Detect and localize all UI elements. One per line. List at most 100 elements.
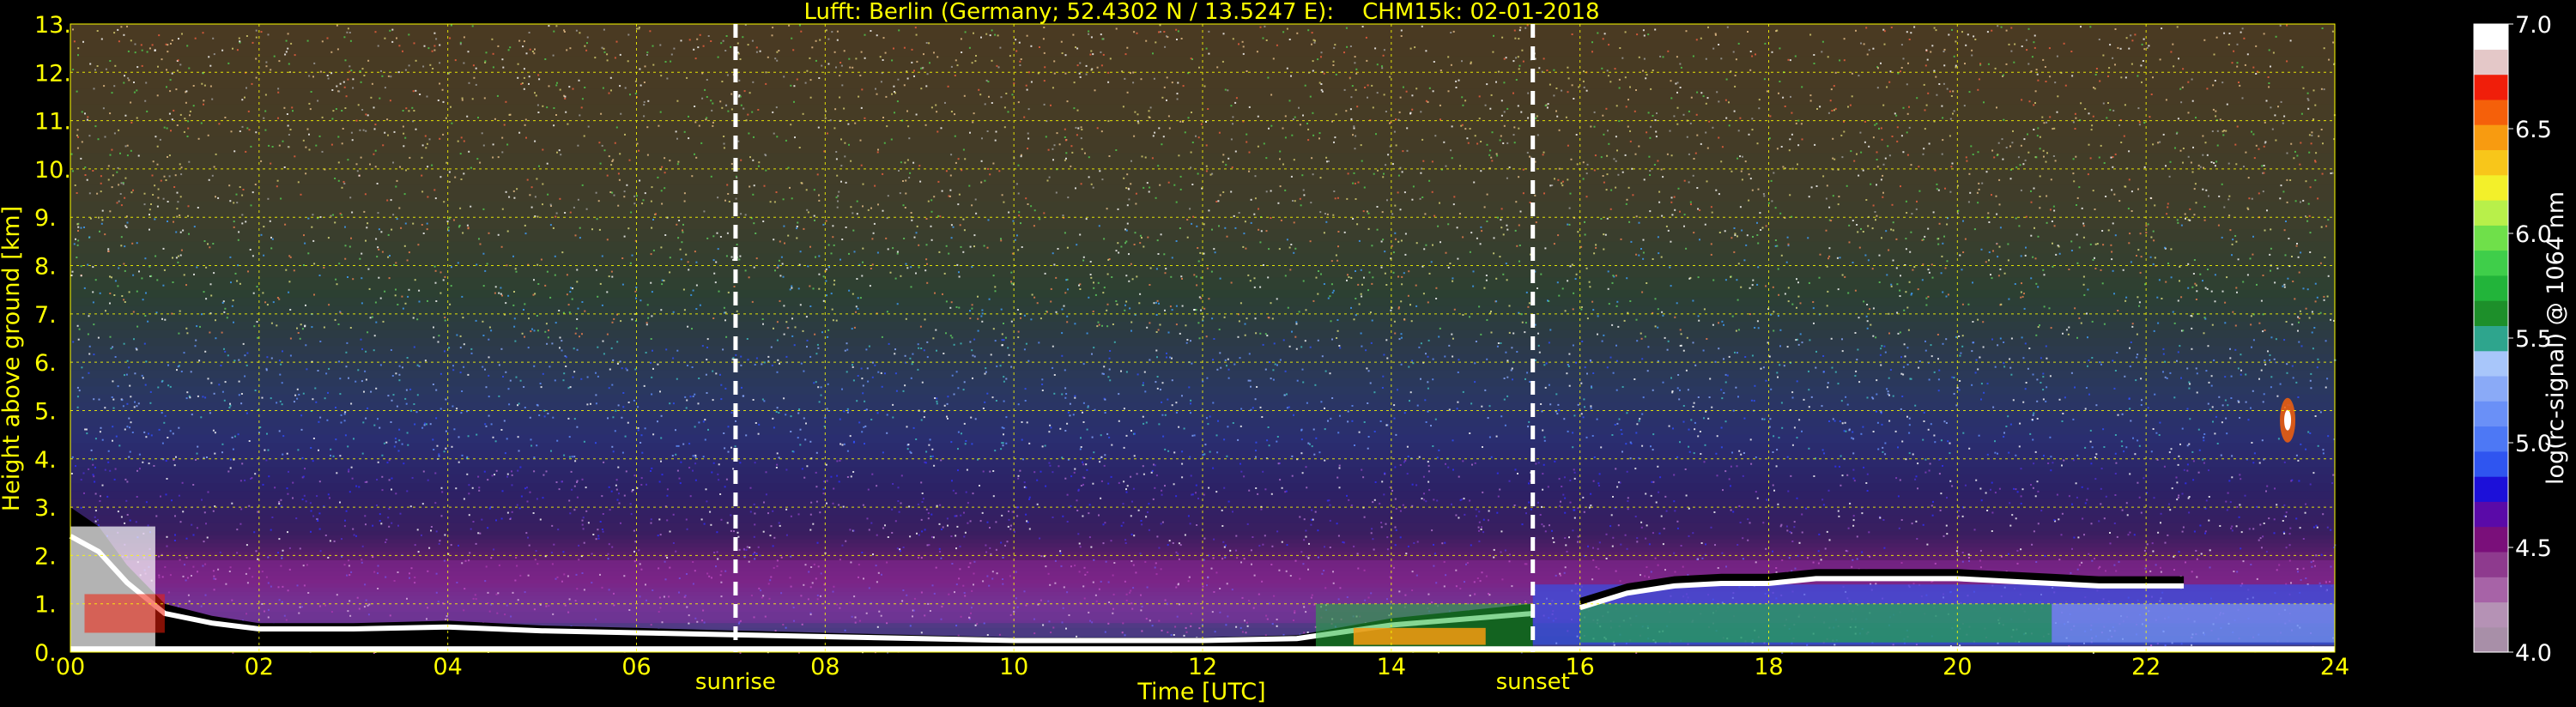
noise-dot xyxy=(1716,91,1718,94)
noise-dot xyxy=(1617,325,1620,328)
noise-dot xyxy=(297,449,300,451)
noise-dot xyxy=(124,75,125,77)
noise-dot xyxy=(757,109,760,111)
noise-dot xyxy=(585,208,588,210)
noise-dot xyxy=(310,530,312,533)
noise-dot xyxy=(1567,66,1569,69)
noise-dot xyxy=(1199,251,1202,254)
noise-dot xyxy=(1748,173,1750,176)
noise-dot xyxy=(229,458,232,461)
noise-dot xyxy=(1628,221,1631,223)
noise-dot xyxy=(1991,511,1994,514)
noise-dot xyxy=(1096,127,1099,130)
noise-dot xyxy=(278,501,281,503)
noise-dot xyxy=(209,283,212,286)
noise-dot xyxy=(1584,366,1586,369)
noise-dot xyxy=(1171,357,1173,360)
noise-dot xyxy=(1088,504,1091,506)
noise-dot xyxy=(672,402,675,405)
noise-dot xyxy=(1227,426,1229,428)
noise-dot xyxy=(349,245,351,248)
noise-dot xyxy=(1592,372,1595,374)
noise-dot xyxy=(1832,418,1834,420)
noise-dot xyxy=(785,508,788,511)
noise-dot xyxy=(1744,160,1747,163)
noise-dot xyxy=(1015,50,1018,52)
noise-dot xyxy=(76,257,78,258)
noise-dot xyxy=(1234,227,1237,229)
noise-dot xyxy=(539,518,542,521)
noise-dot xyxy=(1815,366,1817,369)
noise-dot xyxy=(1605,558,1608,559)
noise-dot xyxy=(341,538,342,541)
noise-dot xyxy=(1420,342,1422,345)
noise-dot xyxy=(1728,101,1730,104)
noise-dot xyxy=(1676,91,1678,94)
noise-dot xyxy=(1284,370,1287,372)
noise-dot xyxy=(651,227,653,229)
noise-dot xyxy=(1385,339,1388,341)
noise-dot xyxy=(1723,392,1725,394)
noise-dot xyxy=(576,348,579,351)
noise-dot xyxy=(807,265,809,268)
noise-dot xyxy=(1155,301,1157,304)
noise-dot xyxy=(1722,489,1724,492)
noise-dot xyxy=(1964,63,1966,65)
noise-dot xyxy=(1633,110,1636,112)
noise-dot xyxy=(559,197,561,200)
noise-dot xyxy=(1734,85,1737,88)
noise-dot xyxy=(1967,201,1970,203)
noise-dot xyxy=(1222,33,1225,35)
noise-dot xyxy=(687,261,689,263)
noise-dot xyxy=(1528,420,1530,423)
noise-dot xyxy=(2124,299,2127,302)
noise-dot xyxy=(891,508,894,511)
noise-dot xyxy=(1091,436,1094,438)
noise-dot xyxy=(239,282,241,285)
noise-dot xyxy=(2256,283,2258,286)
noise-dot xyxy=(1808,406,1810,408)
noise-dot xyxy=(922,66,924,69)
noise-dot xyxy=(1937,334,1939,335)
noise-dot xyxy=(185,556,188,559)
noise-dot xyxy=(1400,363,1403,366)
noise-dot xyxy=(2231,62,2234,64)
noise-dot xyxy=(2051,221,2053,222)
noise-dot xyxy=(1569,479,1572,481)
noise-dot xyxy=(2199,273,2202,275)
noise-dot xyxy=(592,534,595,535)
noise-dot xyxy=(1888,81,1891,83)
noise-dot xyxy=(1990,274,1991,276)
noise-dot xyxy=(2214,432,2216,435)
noise-dot xyxy=(845,540,847,542)
noise-dot xyxy=(2297,329,2299,332)
noise-dot xyxy=(825,220,827,222)
noise-dot xyxy=(1527,117,1530,119)
noise-dot xyxy=(841,444,844,446)
noise-dot xyxy=(1411,94,1414,97)
noise-dot xyxy=(1476,142,1479,145)
noise-dot xyxy=(1776,148,1779,150)
noise-dot xyxy=(1389,76,1391,78)
noise-dot xyxy=(710,40,712,42)
noise-dot xyxy=(1916,97,1918,100)
noise-dot xyxy=(1886,388,1888,390)
noise-dot xyxy=(2095,453,2098,456)
noise-dot xyxy=(2093,87,2094,89)
noise-dot xyxy=(1741,229,1743,232)
noise-dot xyxy=(747,359,749,361)
noise-dot xyxy=(1075,46,1076,49)
noise-dot xyxy=(463,62,465,64)
noise-dot xyxy=(1735,386,1737,389)
noise-dot xyxy=(167,156,168,158)
noise-dot xyxy=(752,159,755,161)
noise-dot xyxy=(1883,30,1886,33)
noise-dot xyxy=(2171,487,2173,490)
noise-dot xyxy=(1843,430,1846,432)
noise-dot xyxy=(1591,435,1594,437)
noise-dot xyxy=(734,445,736,448)
noise-dot xyxy=(1195,135,1197,137)
noise-dot xyxy=(615,488,618,491)
noise-dot xyxy=(930,456,932,457)
noise-dot xyxy=(1453,196,1456,198)
